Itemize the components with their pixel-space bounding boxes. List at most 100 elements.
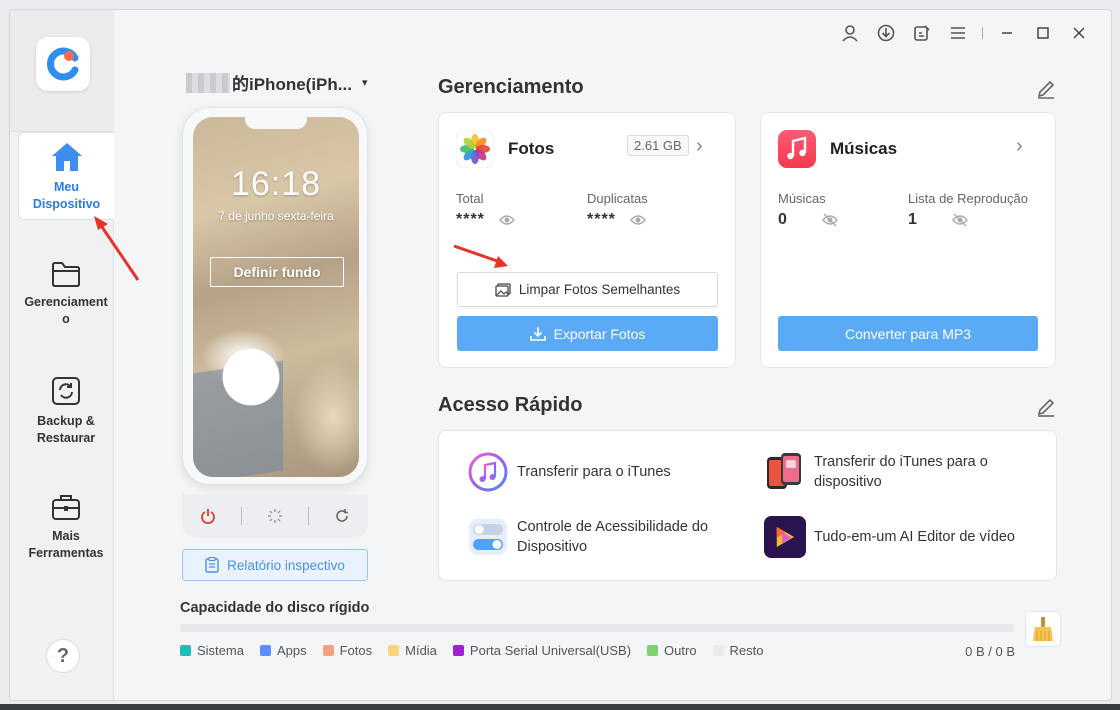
eye-off-icon[interactable]: [951, 213, 968, 227]
photos-title: Fotos: [508, 139, 555, 158]
blurred-name: [186, 72, 230, 93]
power-icon[interactable]: [188, 502, 228, 530]
refresh-icon[interactable]: [322, 502, 362, 530]
quick-access-label: Transferir para o iTunes: [517, 464, 671, 480]
disk-capacity-title: Capacidade do disco rígido: [180, 600, 370, 616]
itunes-icon: [468, 452, 508, 492]
legend-swatch: [712, 645, 724, 656]
music-card[interactable]: Músicas › Músicas 0 Lista de Reprodução …: [760, 112, 1056, 368]
playlist-value: 1: [908, 211, 968, 229]
legend-item: Apps: [259, 643, 307, 658]
maximize-icon[interactable]: [1025, 22, 1061, 44]
legend-swatch: [388, 645, 400, 656]
lock-date: 7 de junho sexta-feira: [218, 209, 334, 223]
clean-similar-label: Limpar Fotos Semelhantes: [518, 282, 681, 297]
gallery-icon: [495, 282, 511, 297]
quick-access-label: Controle de Acessibilidade do Dispositiv…: [517, 519, 709, 555]
quick-access-label: Transferir do iTunes para o dispositivo: [814, 454, 988, 490]
photos-icon: [456, 130, 494, 168]
phone-transfer-icon: [767, 453, 801, 489]
loading-icon[interactable]: [255, 502, 295, 530]
legend-swatch: [322, 645, 334, 656]
chevron-right-icon[interactable]: ›: [1016, 135, 1023, 158]
photos-size-badge: 2.61 GB: [627, 135, 689, 156]
app-logo: [36, 37, 90, 91]
folder-icon: [52, 262, 80, 287]
disk-legend: Sistema Apps Fotos Mídia Porta Serial Un…: [180, 643, 764, 658]
backup-icon: [52, 377, 80, 405]
eye-off-icon[interactable]: [821, 213, 838, 227]
chevron-right-icon[interactable]: ›: [696, 135, 703, 158]
music-title: Músicas: [830, 139, 898, 158]
legend-swatch: [259, 645, 271, 656]
eye-icon[interactable]: [498, 214, 515, 226]
quick-access-video-editor[interactable]: Tudo-em-um AI Editor de vídeo: [764, 516, 1015, 558]
sidebar-item-management[interactable]: Gerenciamento: [18, 260, 114, 340]
quick-access-itunes-to-device[interactable]: Transferir do iTunes para o dispositivo: [764, 451, 1014, 493]
edit-icon[interactable]: [1035, 396, 1057, 418]
photos-card[interactable]: Fotos 2.61 GB › Total **** Duplicatas **…: [438, 112, 736, 368]
app-window: Meu Dispositivo Gerenciamento Backup & R…: [9, 9, 1112, 701]
sidebar-item-label: Gerenciamento: [24, 295, 108, 326]
feedback-icon[interactable]: [904, 22, 940, 44]
cleanup-button[interactable]: [1025, 611, 1061, 647]
legend-item: Mídia: [388, 643, 437, 658]
wallpaper-dog: [211, 345, 291, 425]
quick-access-itunes[interactable]: Transferir para o iTunes: [467, 451, 671, 493]
duplicates-value: ****: [587, 211, 646, 229]
songs-value: 0: [778, 211, 838, 229]
sidebar-item-label: Backup & Restaurar: [36, 414, 96, 445]
toggle-icon: [469, 519, 507, 555]
edit-icon[interactable]: [1035, 78, 1057, 100]
legend-swatch: [647, 645, 659, 656]
sidebar-item-my-device[interactable]: Meu Dispositivo: [18, 132, 114, 220]
divider: [241, 507, 243, 525]
user-icon[interactable]: [832, 22, 868, 44]
device-name-label: 的iPhone(iPh...: [232, 75, 352, 94]
export-photos-button[interactable]: Exportar Fotos: [457, 316, 718, 351]
legend-item: Outro: [647, 643, 697, 658]
chevron-down-icon: ▾: [361, 77, 368, 89]
convert-mp3-label: Converter para MP3: [844, 325, 972, 342]
sidebar: Meu Dispositivo Gerenciamento Backup & R…: [10, 10, 114, 700]
music-icon: [778, 130, 816, 168]
eye-icon[interactable]: [629, 214, 646, 226]
legend-item: Sistema: [180, 643, 244, 658]
convert-mp3-button[interactable]: Converter para MP3: [778, 316, 1038, 351]
sidebar-item-backup[interactable]: Backup & Restaurar: [18, 375, 114, 455]
taskbar-edge: [0, 704, 1120, 710]
export-photos-label: Exportar Fotos: [553, 325, 646, 342]
download-icon[interactable]: [868, 22, 904, 44]
disk-total: 0 B / 0 B: [965, 644, 1015, 659]
video-editor-icon: [764, 516, 806, 558]
phone-preview: 16:18 7 de junho sexta-feira Definir fun…: [182, 107, 368, 485]
help-icon: ?: [56, 644, 70, 667]
legend-item: Resto: [712, 643, 764, 658]
phone-notch: [245, 117, 307, 129]
sidebar-item-label: Meu Dispositivo: [32, 180, 101, 211]
quick-access-card: Transferir para o iTunes Transferir do i…: [438, 430, 1057, 581]
songs-label: Músicas: [778, 191, 826, 206]
report-button[interactable]: Relatório inspectivo: [182, 549, 368, 581]
quick-access-accessibility[interactable]: Controle de Acessibilidade do Dispositiv…: [467, 516, 727, 558]
clean-similar-photos-button[interactable]: Limpar Fotos Semelhantes: [457, 272, 718, 307]
home-icon: [51, 143, 82, 171]
help-button[interactable]: ?: [46, 639, 80, 673]
menu-icon[interactable]: [940, 22, 976, 44]
clipboard-icon: [205, 557, 219, 573]
legend-item: Porta Serial Universal(USB): [452, 643, 631, 658]
legend-item: Fotos: [322, 643, 372, 658]
device-selector[interactable]: 的iPhone(iPh... ▾: [186, 70, 367, 95]
playlist-label: Lista de Reprodução: [908, 191, 1028, 206]
disk-usage-bar: [180, 624, 1014, 632]
divider: [307, 507, 309, 525]
sidebar-item-more-tools[interactable]: Mais Ferramentas: [18, 492, 114, 572]
set-background-button[interactable]: Definir fundo: [210, 257, 344, 287]
close-icon[interactable]: [1061, 22, 1097, 44]
phone-lockscreen: 16:18 7 de junho sexta-feira Definir fun…: [193, 117, 359, 477]
title-bar: [832, 22, 1097, 44]
minimize-icon[interactable]: [989, 22, 1025, 44]
quick-access-title: Acesso Rápido: [438, 394, 583, 416]
phone-controls: [182, 494, 368, 538]
quick-access-label: Tudo-em-um AI Editor de vídeo: [814, 529, 1015, 545]
